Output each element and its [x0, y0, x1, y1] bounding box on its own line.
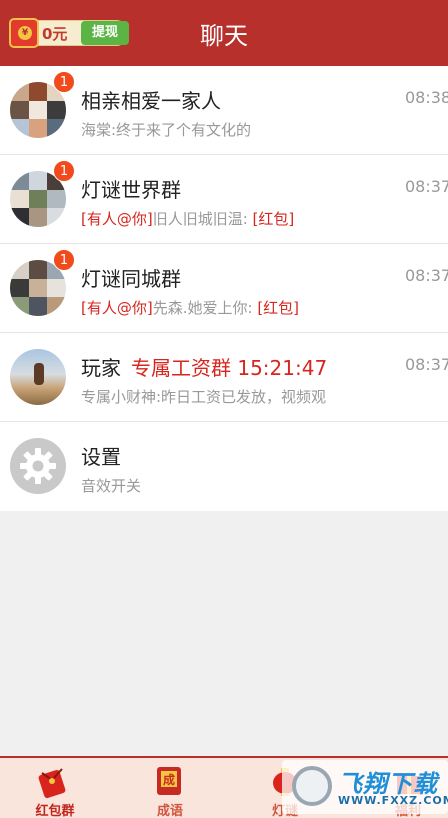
unread-badge: 1 [53, 249, 75, 271]
chat-name: 玩家 专属工资群 15:21:47 [81, 352, 327, 381]
chat-time: 08:37 [405, 177, 448, 196]
chat-preview: 海棠:终于来了个有文化的 [81, 119, 441, 140]
chat-preview: 专属小财神:昨日工资已发放，视频观 [81, 386, 441, 407]
photo-avatar [10, 349, 66, 405]
page-title: 聊天 [200, 22, 248, 50]
mention-tag: [有人@你] [81, 210, 153, 228]
mention-tag: [有人@你] [81, 299, 153, 317]
chat-preview: [有人@你]旧人旧城旧温: [红包] [81, 208, 441, 229]
chat-row-riddle-world[interactable]: 1 灯谜世界群 08:37 [有人@你]旧人旧城旧温: [红包] [0, 155, 448, 244]
watermark: 飞翔下载 WWW.FXXZ.COM [282, 760, 448, 814]
tab-label: 成语 [156, 804, 183, 818]
chat-time: 08:37 [405, 355, 448, 374]
chat-row-riddle-city[interactable]: 1 灯谜同城群 08:37 [有人@你]先森.她爱上你: [红包] [0, 244, 448, 333]
preview-text: 海棠:终于来了个有文化的 [81, 121, 252, 139]
unread-badge: 1 [53, 160, 75, 182]
chat-name: 相亲相爱一家人 [81, 89, 221, 113]
chat-name: 设置 [81, 445, 121, 469]
red-packet-tag: [红包] [252, 299, 300, 317]
tab-red-packet-group[interactable]: 红包群 [0, 758, 110, 818]
chat-time: 08:37 [405, 266, 448, 285]
chat-name-main: 玩家 [81, 356, 121, 380]
chat-name: 灯谜世界群 [81, 178, 181, 202]
chat-time: 08:38 [405, 88, 448, 107]
gear-icon [10, 438, 66, 494]
watermark-logo-icon [292, 766, 332, 806]
avatar-figure [34, 363, 44, 385]
chat-preview: 音效开关 [81, 475, 441, 496]
preview-text: 专属小财神:昨日工资已发放，视频观 [81, 388, 327, 406]
chat-row-family[interactable]: 1 相亲相爱一家人 08:38 海棠:终于来了个有文化的 [0, 66, 448, 155]
chat-preview: [有人@你]先森.她爱上你: [红包] [81, 297, 441, 318]
chat-row-settings[interactable]: 设置 音效开关 [0, 422, 448, 511]
chat-list: 1 相亲相爱一家人 08:38 海棠:终于来了个有文化的 1 灯谜世界群 08:… [0, 66, 448, 511]
tab-label: 红包群 [35, 804, 75, 818]
idiom-book-icon: 成 [157, 767, 181, 795]
app-header: ¥ 0元 提现 聊天 [0, 0, 448, 66]
svg-text:成: 成 [163, 772, 175, 787]
preview-text: 先森.她爱上你: [152, 299, 253, 317]
unread-badge: 1 [53, 71, 75, 93]
preview-text: 音效开关 [81, 477, 142, 495]
chat-name: 灯谜同城群 [81, 267, 181, 291]
red-envelope-icon [38, 768, 66, 798]
tab-idiom[interactable]: 成 成语 [110, 758, 220, 818]
red-packet-tag: [红包] [247, 210, 295, 228]
preview-text: 旧人旧城旧温: [152, 210, 248, 228]
chat-name-extra: 专属工资群 15:21:47 [131, 356, 328, 380]
watermark-url: WWW.FXXZ.COM [338, 794, 448, 807]
chat-row-player[interactable]: 玩家 专属工资群 15:21:47 08:37 专属小财神:昨日工资已发放，视频观 [0, 333, 448, 422]
